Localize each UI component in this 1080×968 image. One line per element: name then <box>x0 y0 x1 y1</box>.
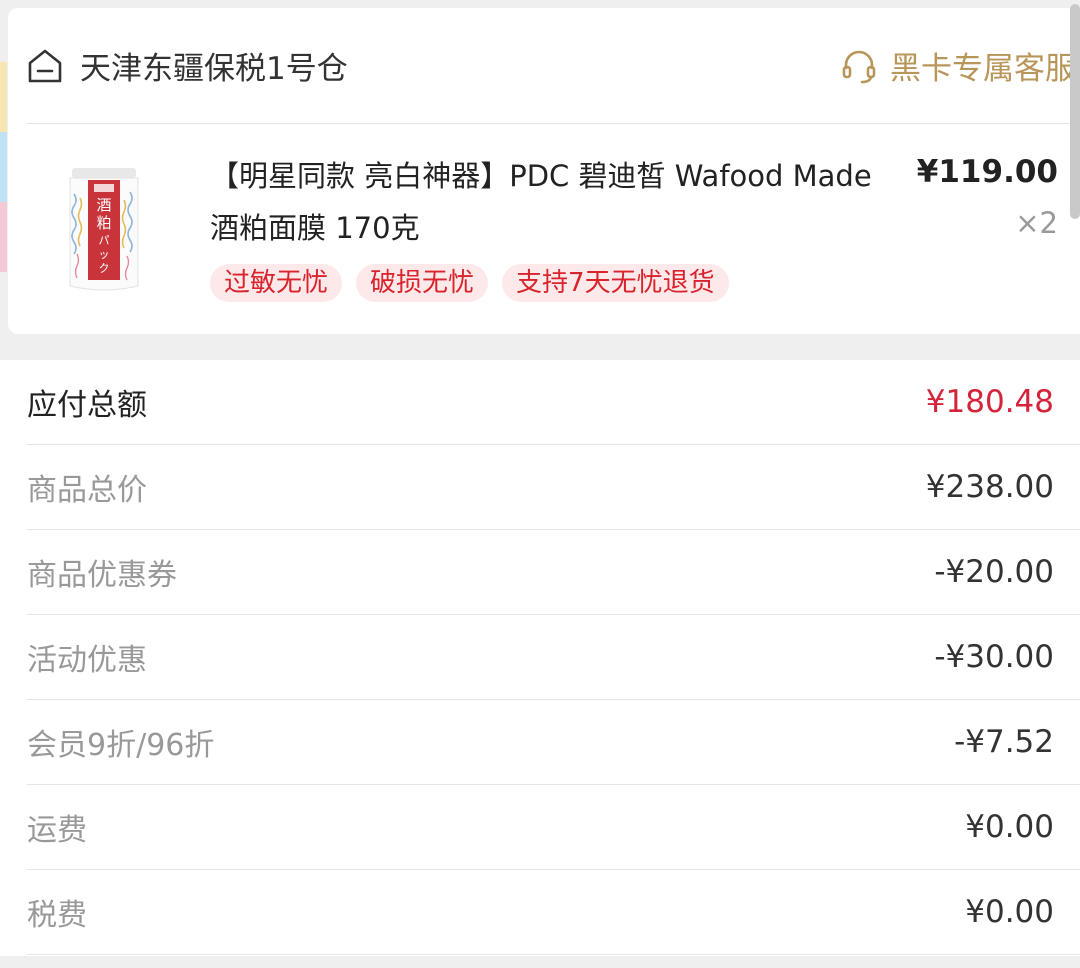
price-summary-card: 应付总额 ¥180.48 商品总价 ¥238.00 商品优惠券 -¥20.00 … <box>0 360 1080 956</box>
store-info[interactable]: 天津东疆保税1号仓 <box>26 43 348 88</box>
product-quantity: ×2 <box>1015 206 1058 240</box>
summary-label: 商品优惠券 <box>27 558 177 593</box>
svg-text:パ: パ <box>99 234 110 247</box>
summary-value: -¥30.00 <box>934 639 1054 675</box>
warehouse-icon <box>28 49 62 82</box>
summary-label: 应付总额 <box>27 388 147 423</box>
service-tags: 过敏无忧 破损无忧 支持7天无忧退货 <box>210 264 729 302</box>
summary-label: 运费 <box>27 813 87 848</box>
tag-7day-return: 支持7天无忧退货 <box>502 264 729 302</box>
order-page: 天津东疆保税1号仓 黑卡专属客服 酒 粕 パ ッ ク 【明星同款 亮白神器】PD… <box>0 0 1080 968</box>
vip-service-button[interactable]: 黑卡专属客服 <box>840 43 1076 88</box>
headset-icon <box>842 50 876 83</box>
summary-row-tax: 税费 ¥0.00 <box>27 870 1080 955</box>
summary-value: ¥180.48 <box>925 384 1054 420</box>
vip-service-label: 黑卡专属客服 <box>890 51 1076 87</box>
summary-value: ¥0.00 <box>965 894 1054 930</box>
summary-value: -¥20.00 <box>934 554 1054 590</box>
product-title[interactable]: 【明星同款 亮白神器】PDC 碧迪皙 Wafood Made 酒粕面膜 170克 <box>210 150 900 254</box>
edge-tab-blue <box>0 132 7 202</box>
scrollbar[interactable] <box>1070 4 1080 219</box>
edge-tab-pink <box>0 202 7 272</box>
summary-value: -¥7.52 <box>954 724 1054 760</box>
edge-tab-yellow <box>0 62 7 132</box>
product-price: ¥119.00 <box>916 154 1058 190</box>
summary-value: ¥238.00 <box>925 469 1054 505</box>
summary-row-member-discount: 会员9折/96折 -¥7.52 <box>27 700 1080 785</box>
svg-text:酒: 酒 <box>96 196 111 214</box>
product-image[interactable]: 酒 粕 パ ッ ク <box>64 164 144 294</box>
summary-row-total: 应付总额 ¥180.48 <box>27 360 1080 445</box>
summary-label: 税费 <box>27 898 87 933</box>
store-header: 天津东疆保税1号仓 黑卡专属客服 <box>26 8 1076 124</box>
summary-row-shipping: 运费 ¥0.00 <box>27 785 1080 870</box>
tag-allergy-guarantee: 过敏无忧 <box>210 264 343 302</box>
summary-label: 会员9折/96折 <box>27 728 215 763</box>
summary-value: ¥0.00 <box>965 809 1054 845</box>
summary-row-goods-total: 商品总价 ¥238.00 <box>27 445 1080 530</box>
summary-row-coupon: 商品优惠券 -¥20.00 <box>27 530 1080 615</box>
tag-damage-guarantee: 破损无忧 <box>356 264 489 302</box>
summary-row-promotion: 活动优惠 -¥30.00 <box>27 615 1080 700</box>
svg-text:ク: ク <box>99 262 110 275</box>
store-name: 天津东疆保税1号仓 <box>80 51 348 87</box>
svg-text:ッ: ッ <box>99 248 110 261</box>
summary-label: 商品总价 <box>27 473 147 508</box>
summary-label: 活动优惠 <box>27 643 147 678</box>
product-item[interactable]: 酒 粕 パ ッ ク 【明星同款 亮白神器】PDC 碧迪皙 Wafood Made… <box>26 124 1072 334</box>
store-order-card: 天津东疆保税1号仓 黑卡专属客服 酒 粕 パ ッ ク 【明星同款 亮白神器】PD… <box>8 8 1080 334</box>
svg-text:粕: 粕 <box>96 214 111 232</box>
